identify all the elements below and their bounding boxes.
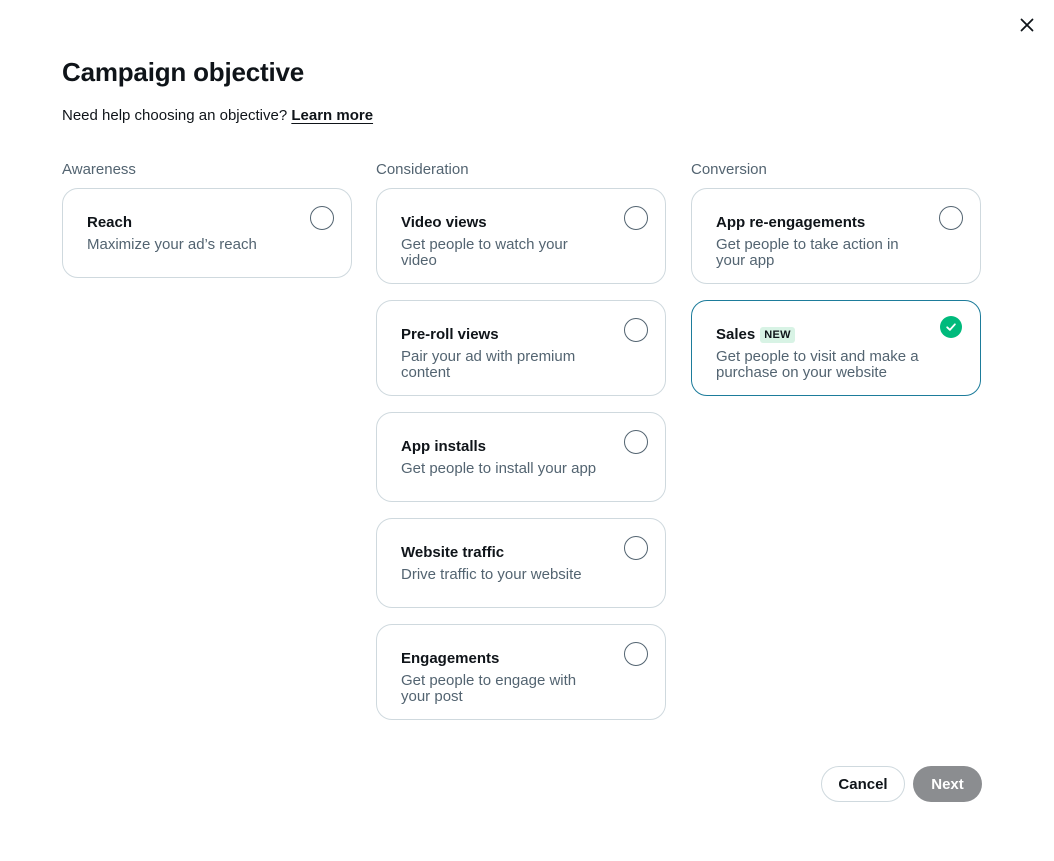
learn-more-link[interactable]: Learn more [291, 107, 373, 124]
radio-pre-roll-views[interactable] [624, 318, 648, 342]
radio-app-re-engagements[interactable] [939, 206, 963, 230]
objective-title-row: Sales NEW [716, 326, 920, 344]
objective-card-video-views[interactable]: Video views Get people to watch your vid… [376, 188, 666, 284]
objective-title: Engagements [401, 650, 500, 667]
objective-description: Maximize your ad’s reach [87, 236, 257, 253]
objective-card-app-installs[interactable]: App installs Get people to install your … [376, 412, 666, 502]
column-heading: Awareness [62, 161, 136, 178]
objective-title: Website traffic [401, 544, 505, 561]
column-conversion: Conversion App re-engagements Get people… [691, 160, 981, 396]
column-consideration: Consideration Video views Get people to … [376, 160, 666, 720]
objective-description: Pair your ad with premium content [401, 348, 576, 381]
objective-card-reach[interactable]: Reach Maximize your ad’s reach [62, 188, 352, 278]
radio-video-views[interactable] [624, 206, 648, 230]
help-text: Need help choosing an objective? Learn m… [62, 106, 373, 126]
new-badge: NEW [760, 327, 795, 343]
campaign-objective-dialog: Campaign objective Need help choosing an… [0, 0, 1054, 861]
objective-description: Get people to take action in your app [716, 236, 899, 269]
objective-description: Get people to watch your video [401, 236, 568, 269]
radio-engagements[interactable] [624, 642, 648, 666]
objective-description: Get people to engage with your post [401, 672, 577, 705]
radio-website-traffic[interactable] [624, 536, 648, 560]
column-heading: Consideration [376, 161, 469, 178]
objective-card-pre-roll-views[interactable]: Pre-roll views Pair your ad with premium… [376, 300, 666, 396]
objective-card-sales[interactable]: Sales NEW Get people to visit and make a… [691, 300, 981, 396]
objective-title: Pre-roll views [401, 326, 499, 343]
column-awareness: Awareness Reach Maximize your ad’s reach [62, 160, 352, 278]
radio-sales-selected[interactable] [940, 316, 962, 338]
objective-title: Reach [87, 214, 133, 231]
objective-card-website-traffic[interactable]: Website traffic Drive traffic to your we… [376, 518, 666, 608]
objective-description: Get people to visit and make a purchase … [716, 348, 919, 381]
objective-description: Drive traffic to your website [401, 566, 582, 583]
close-button[interactable] [1016, 14, 1038, 36]
objective-title: Video views [401, 214, 487, 231]
page-title: Campaign objective [62, 57, 305, 87]
close-icon [1020, 18, 1034, 32]
objective-description: Get people to install your app [401, 460, 597, 477]
radio-reach[interactable] [310, 206, 334, 230]
objective-card-engagements[interactable]: Engagements Get people to engage with yo… [376, 624, 666, 720]
objective-title: App installs [401, 438, 487, 455]
checkmark-icon [946, 323, 956, 331]
column-heading: Conversion [691, 161, 767, 178]
objective-title: App re-engagements [716, 214, 866, 231]
objective-title: Sales [716, 326, 756, 343]
help-prompt: Need help choosing an objective? [62, 107, 288, 124]
cancel-button[interactable]: Cancel [821, 766, 905, 802]
next-button[interactable]: Next [913, 766, 982, 802]
radio-app-installs[interactable] [624, 430, 648, 454]
objective-card-app-re-engagements[interactable]: App re-engagements Get people to take ac… [691, 188, 981, 284]
